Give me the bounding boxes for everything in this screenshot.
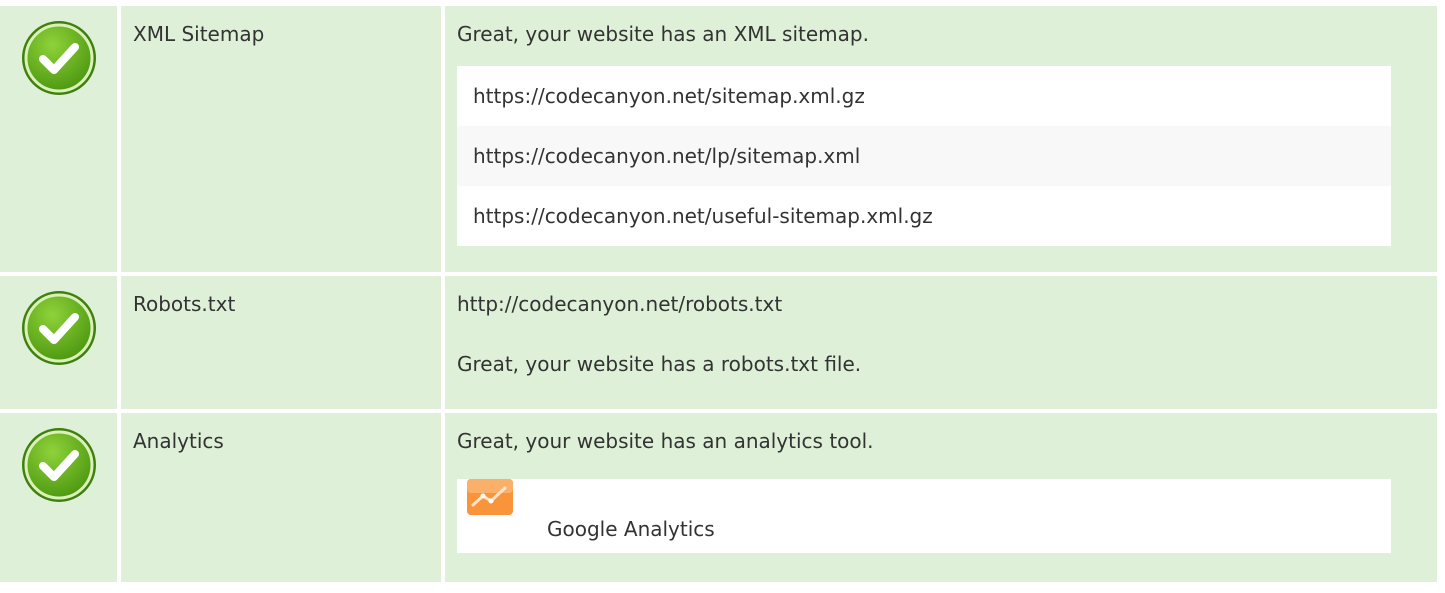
result-row-analytics: Analytics Great, your website has an ana… bbox=[0, 413, 1445, 582]
analytics-tool-name: Google Analytics bbox=[547, 517, 715, 541]
status-cell bbox=[0, 276, 117, 409]
check-name-cell: Robots.txt bbox=[121, 276, 441, 409]
robots-url: http://codecanyon.net/robots.txt bbox=[457, 292, 783, 316]
check-name-cell: Analytics bbox=[121, 413, 441, 582]
google-analytics-icon bbox=[467, 479, 513, 515]
check-name: Robots.txt bbox=[133, 292, 236, 316]
sitemap-url-item: https://codecanyon.net/lp/sitemap.xml bbox=[457, 126, 1391, 186]
status-cell bbox=[0, 413, 117, 582]
result-row-robots-txt: Robots.txt http://codecanyon.net/robots.… bbox=[0, 276, 1445, 409]
seo-results-table: XML Sitemap Great, your website has an X… bbox=[0, 6, 1445, 582]
analytics-tool-item: Google Analytics bbox=[457, 479, 1391, 553]
sitemap-list: https://codecanyon.net/sitemap.xml.gz ht… bbox=[457, 66, 1391, 246]
result-message: Great, your website has an XML sitemap. bbox=[457, 22, 869, 46]
result-message: Great, your website has a robots.txt fil… bbox=[457, 352, 862, 376]
sitemap-url-item: https://codecanyon.net/sitemap.xml.gz bbox=[457, 66, 1391, 126]
sitemap-url-item: https://codecanyon.net/useful-sitemap.xm… bbox=[457, 186, 1391, 246]
check-details-cell: Great, your website has an XML sitemap. … bbox=[445, 6, 1437, 272]
check-name: XML Sitemap bbox=[133, 22, 265, 46]
check-circle-icon bbox=[21, 291, 96, 365]
result-message: Great, your website has an analytics too… bbox=[457, 429, 874, 453]
check-name: Analytics bbox=[133, 429, 224, 453]
result-row-xml-sitemap: XML Sitemap Great, your website has an X… bbox=[0, 6, 1445, 272]
status-cell bbox=[0, 6, 117, 272]
check-circle-icon bbox=[21, 428, 96, 502]
check-details-cell: http://codecanyon.net/robots.txt Great, … bbox=[445, 276, 1437, 409]
check-circle-icon bbox=[21, 21, 96, 95]
check-name-cell: XML Sitemap bbox=[121, 6, 441, 272]
check-details-cell: Great, your website has an analytics too… bbox=[445, 413, 1437, 582]
